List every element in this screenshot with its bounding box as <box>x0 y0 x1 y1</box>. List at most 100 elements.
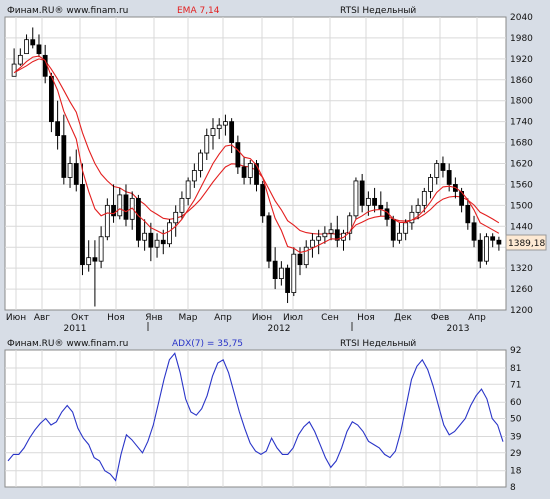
candle-body <box>359 180 365 206</box>
candle-body <box>490 236 496 241</box>
adx-y-tick-label: 8 <box>510 483 516 493</box>
candle-body <box>160 239 166 245</box>
candle-body <box>17 54 23 65</box>
candle-body <box>104 204 110 238</box>
candle-body <box>98 236 104 262</box>
candle-body <box>148 232 154 248</box>
candle-body <box>415 204 421 213</box>
candle-body <box>440 163 446 171</box>
candle-body <box>260 184 266 217</box>
candle-body <box>216 124 222 130</box>
candle-body <box>154 239 160 248</box>
candle-body <box>198 152 203 171</box>
candle-body <box>42 54 48 77</box>
price-x-month-label: Янв <box>145 313 162 323</box>
candle-body <box>210 128 216 136</box>
candle-body <box>247 163 253 178</box>
adx-y-tick-label: 18 <box>510 467 522 477</box>
price-x-year-label: 2013 <box>447 324 470 334</box>
adx-indicator-label: ADX(7) = 35,75 <box>172 339 243 349</box>
candle-body <box>204 135 210 154</box>
price-y-tick-label: 1320 <box>510 264 533 274</box>
candle-body <box>428 177 433 192</box>
price-x-month-label: Июл <box>283 313 303 323</box>
candle-body <box>403 222 409 234</box>
adx-y-tick-label: 92 <box>510 346 521 356</box>
candle-body <box>11 63 17 77</box>
price-y-tick-label: 1860 <box>510 76 533 86</box>
candle-body <box>328 229 334 234</box>
candle-body <box>322 232 328 238</box>
candle-body <box>484 236 489 262</box>
candle-body <box>278 267 284 280</box>
candle-body <box>48 75 54 123</box>
candle-body <box>285 267 290 293</box>
candle-body <box>347 215 353 234</box>
candle-body <box>191 170 197 182</box>
price-x-month-label: Окт <box>71 313 89 323</box>
price-y-tick-label: 1980 <box>510 34 533 44</box>
price-x-month-label: Фев <box>431 313 450 323</box>
candle-body <box>30 39 36 46</box>
candle-body <box>365 197 371 206</box>
candle-body <box>297 253 303 266</box>
price-x-month-label: Мар <box>179 313 198 323</box>
candle-body <box>86 257 92 266</box>
adx-panel-source: Финам.RU® www.finam.ru <box>7 339 128 349</box>
price-x-month-label: Апр <box>468 313 486 323</box>
candle-body <box>67 163 73 178</box>
ema-indicator-label: EMA 7,14 <box>177 6 220 16</box>
candle-body <box>266 215 272 262</box>
candle-body <box>117 194 123 217</box>
adx-y-tick-label: 39 <box>510 432 522 442</box>
price-x-month-label: Июн <box>6 313 26 323</box>
price-x-month-label: Дек <box>394 313 413 323</box>
adx-panel-instrument: RTSI Недельный <box>340 339 416 349</box>
adx-panel: Финам.RU® www.finam.ru ADX(7) = 35,75 RT… <box>4 339 522 493</box>
price-y-tick-label: 1680 <box>510 139 533 149</box>
candle-body <box>316 236 322 241</box>
candle-body <box>55 121 61 136</box>
price-x-month-label: Сен <box>321 313 339 323</box>
adx-y-tick-label: 81 <box>510 364 521 374</box>
adx-y-axis: 92 81 71 60 50 39 29 18 8 <box>510 346 522 493</box>
candle-body <box>397 232 402 241</box>
candle-body <box>446 170 452 185</box>
adx-y-tick-label: 50 <box>510 415 522 425</box>
price-x-year-label: 2012 <box>268 324 291 334</box>
candle-body <box>378 204 384 210</box>
price-x-month-label: Авг <box>34 313 50 323</box>
candle-body <box>185 180 191 199</box>
adx-y-tick-label: 60 <box>510 398 522 408</box>
price-y-tick-label: 1440 <box>510 222 533 232</box>
price-x-year-label: 2011 <box>64 324 87 334</box>
price-x-month-label: Ноя <box>357 313 375 323</box>
price-y-tick-label: 1200 <box>510 306 533 316</box>
candle-body <box>353 180 359 217</box>
price-y-tick-label: 2040 <box>510 13 533 23</box>
candle-body <box>254 163 259 185</box>
price-y-axis: 2040 1980 1920 1860 1800 1740 1680 1620 1560 1500… <box>510 13 533 316</box>
price-panel-instrument: RTSI Недельный <box>340 6 416 16</box>
chart-canvas: Финам.RU® www.finam.ru EMA 7,14 RTSI Нед… <box>0 0 550 499</box>
candle-body <box>477 239 483 262</box>
price-y-tick-label: 1500 <box>510 201 533 211</box>
candle-body <box>123 194 129 220</box>
candle-body <box>24 39 29 55</box>
candle-body <box>310 239 315 248</box>
candle-body <box>235 142 241 168</box>
candle-body <box>272 260 278 280</box>
candle-body <box>421 191 427 206</box>
candle-body <box>92 257 98 262</box>
candle-body <box>142 232 148 241</box>
candle-body <box>61 135 67 178</box>
candle-body <box>36 44 42 55</box>
price-y-tick-label: 1920 <box>510 55 533 65</box>
candle-body <box>434 163 440 178</box>
candle-body <box>223 121 228 126</box>
adx-y-tick-label: 71 <box>510 380 521 390</box>
candle-body <box>73 163 79 185</box>
candle-body <box>409 211 415 224</box>
candle-body <box>229 121 235 143</box>
price-y-tick-label: 1260 <box>510 285 533 295</box>
